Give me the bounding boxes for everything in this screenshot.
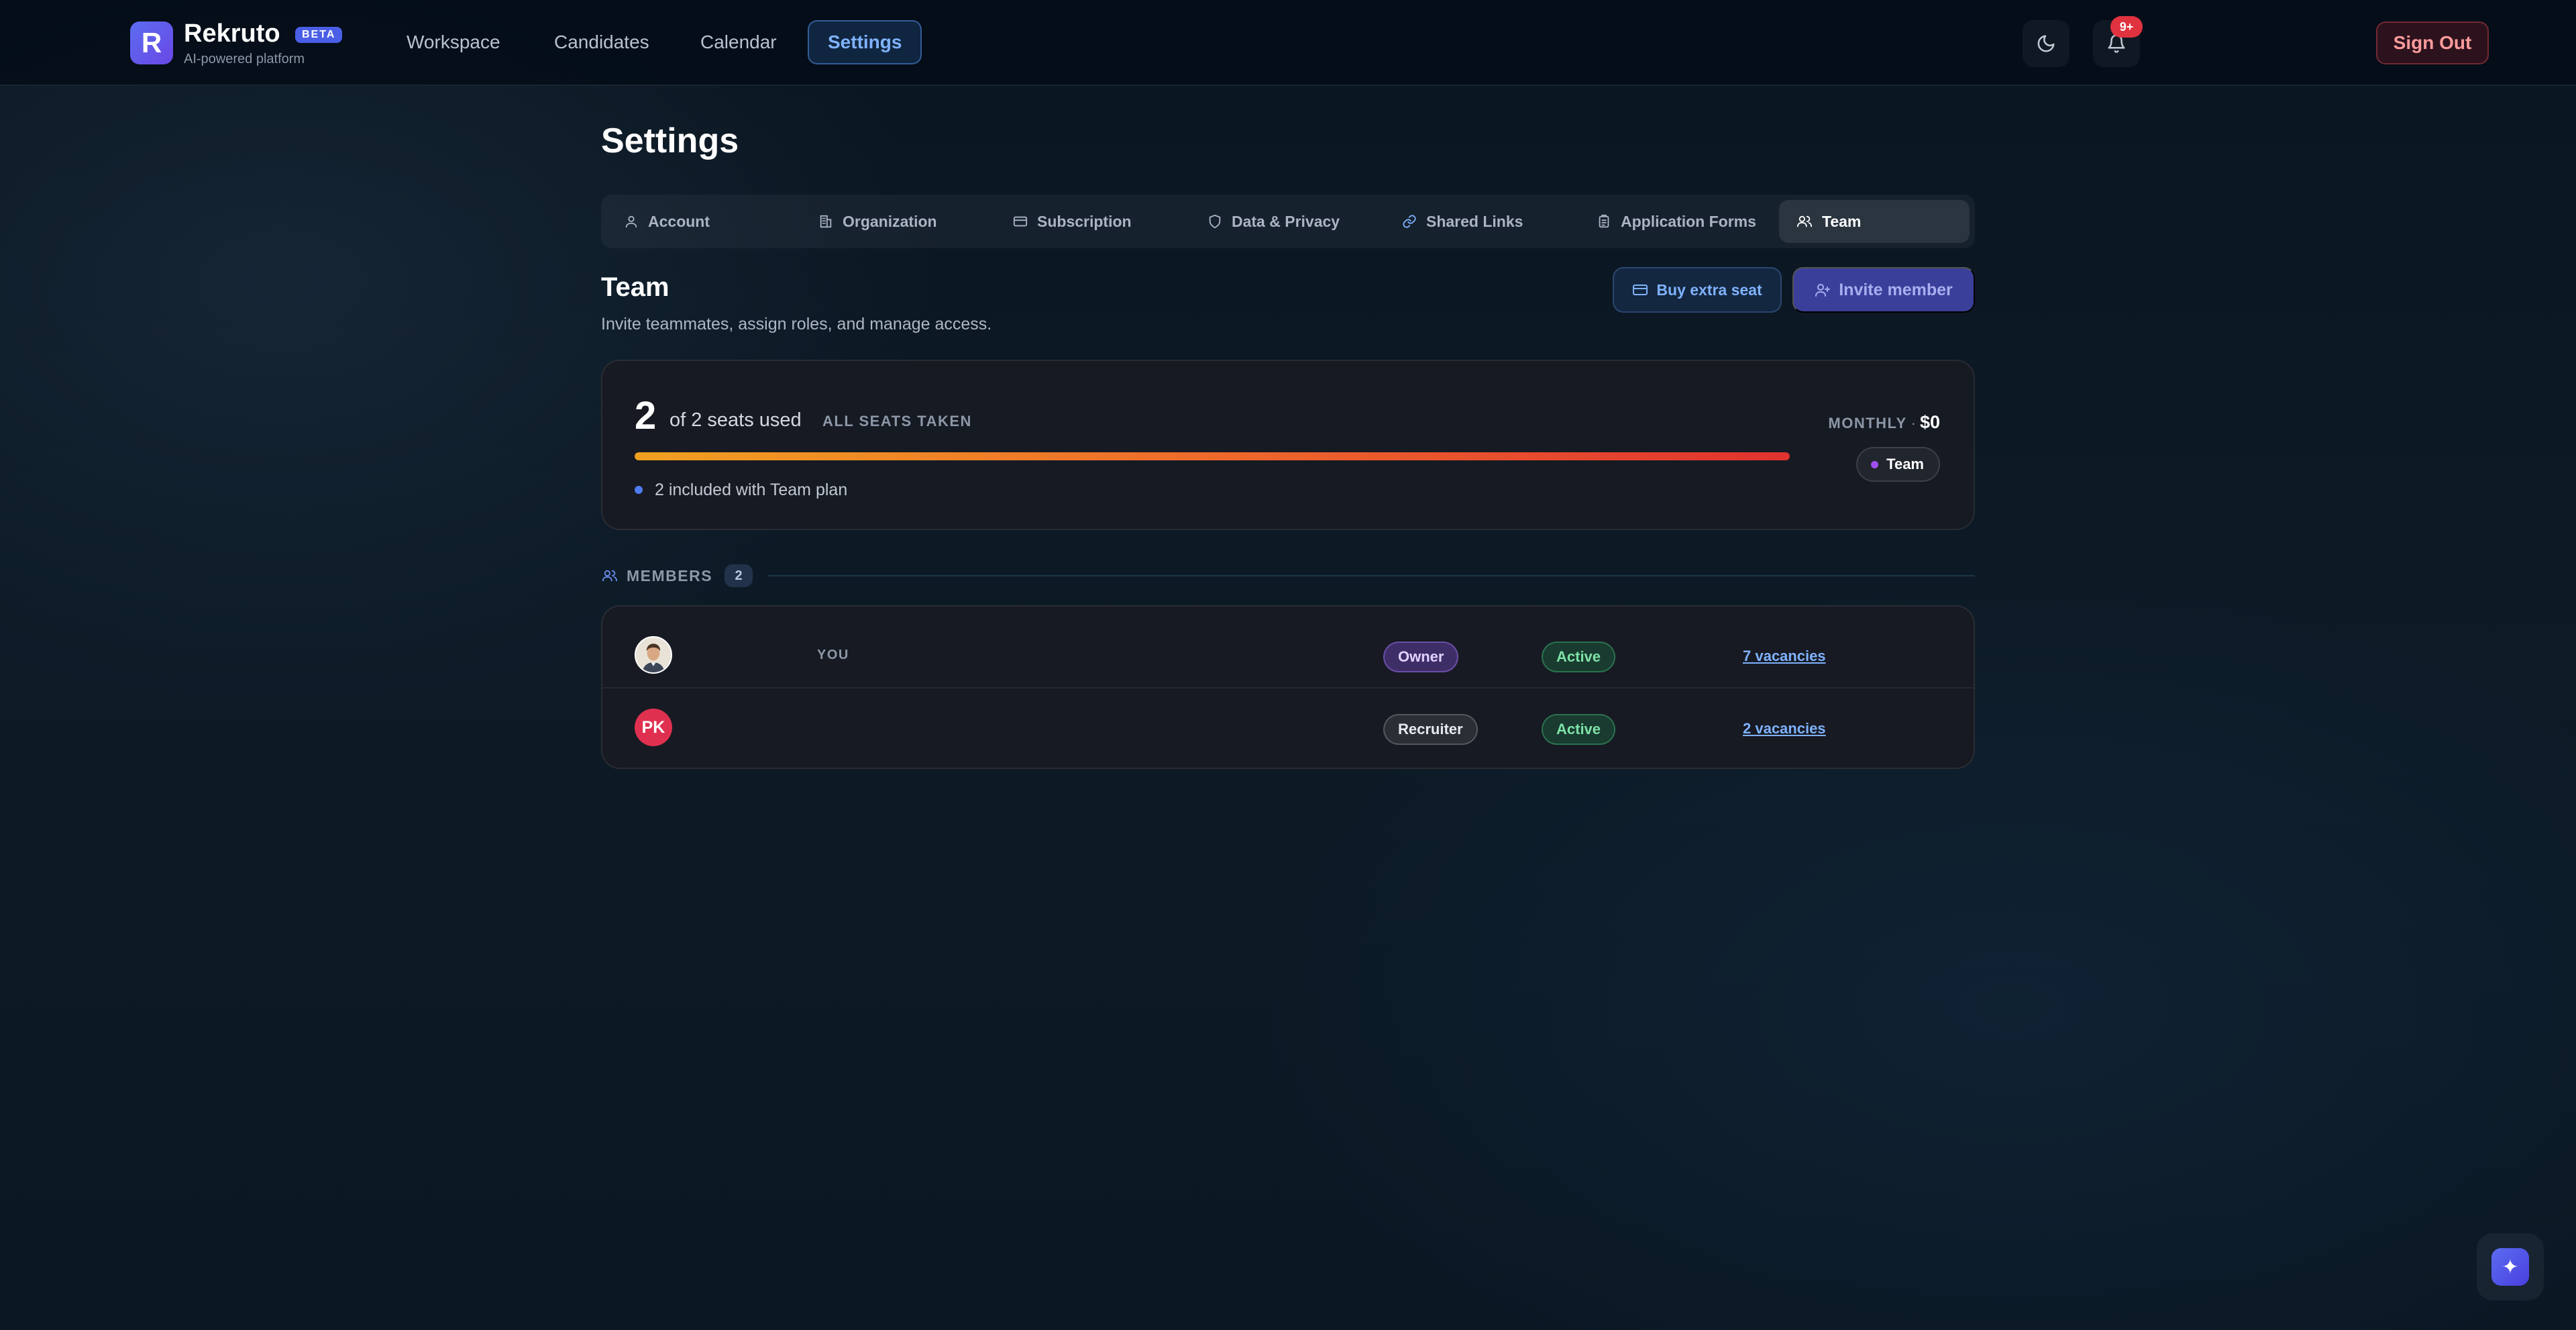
credit-card-icon [1633,285,1648,295]
billing-amount: $0 [1919,412,1940,432]
tab-label: Application Forms [1621,212,1756,230]
invite-member-label: Invite member [1839,280,1953,299]
page-title: Settings [601,121,739,160]
plan-badge: Team [1856,447,1940,482]
tab-account[interactable]: Account [606,200,797,243]
table-row[interactable]: PK Recruiter Active 2 vacancies [602,687,1974,758]
nav-calendar[interactable]: Calendar [682,20,796,64]
users-icon [1797,215,1812,227]
theme-toggle-button[interactable] [2023,20,2070,67]
nav-candidates[interactable]: Candidates [535,20,668,64]
billing-period-label: MONTHLY [1828,415,1907,431]
team-section-title: Team [601,272,669,302]
invite-member-button[interactable]: Invite member [1792,267,1975,313]
tab-label: Shared Links [1426,212,1523,230]
members-label: MEMBERS [627,566,713,584]
brand-logo[interactable]: R [130,21,173,64]
vacancies-link[interactable]: 7 vacancies [1743,647,1826,666]
tab-application-forms[interactable]: Application Forms [1579,200,1770,243]
members-divider [767,575,1975,576]
ai-assistant-button[interactable]: ✦ [2477,1233,2544,1300]
user-icon [625,215,637,228]
beta-badge: BETA [295,27,343,43]
tab-data-privacy[interactable]: Data & Privacy [1190,200,1381,243]
tab-label: Subscription [1037,212,1132,230]
settings-tabs: Account Organization Subscription Data &… [601,195,1975,248]
shield-icon [1209,214,1221,229]
clipboard-icon [1599,214,1609,228]
building-icon [820,215,832,228]
members-list: YOU Owner Active 7 vacancies PK Recruite… [601,605,1975,769]
link-icon [1403,215,1416,228]
tab-label: Organization [843,212,937,230]
seats-used-count: 2 [635,394,657,438]
notification-count-badge: 9+ [2110,16,2143,38]
avatar: PK [635,709,672,746]
avatar [635,636,672,674]
seats-progress-fill [635,452,1790,460]
members-section-header: MEMBERS 2 [601,562,1975,589]
users-icon [602,570,617,582]
moon-icon [2037,35,2055,52]
user-plus-icon [1815,284,1831,297]
tab-organization[interactable]: Organization [801,200,991,243]
role-badge-recruiter[interactable]: Recruiter [1383,714,1478,745]
top-navigation-bar: R Rekruto BETA AI-powered platform Works… [0,0,2576,86]
seats-progress-bar [635,452,1790,460]
sign-out-button[interactable]: Sign Out [2376,21,2489,64]
user-photo-icon [636,637,671,672]
status-badge: Active [1542,714,1616,745]
brand-tagline: AI-powered platform [184,52,305,66]
billing-summary: MONTHLY · $0 [1828,411,1940,435]
team-section-subtitle: Invite teammates, assign roles, and mana… [601,315,992,334]
tab-label: Data & Privacy [1232,212,1340,230]
tab-subscription[interactable]: Subscription [996,200,1186,243]
you-tag: YOU [817,648,849,662]
plan-name: Team [1886,456,1924,472]
billing-separator: · [1911,415,1916,431]
table-row[interactable]: YOU Owner Active 7 vacancies [602,616,1974,687]
seats-used-text: of 2 seats used [669,409,802,431]
members-count-badge: 2 [724,564,753,587]
vacancies-link[interactable]: 2 vacancies [1743,719,1826,738]
buy-extra-seat-label: Buy extra seat [1656,280,1762,299]
nav-workspace[interactable]: Workspace [388,20,519,64]
tab-shared-links[interactable]: Shared Links [1385,200,1575,243]
status-badge: Active [1542,642,1616,672]
seats-status-label: ALL SEATS TAKEN [822,413,972,429]
tab-label: Team [1822,212,1862,230]
sparkle-icon: ✦ [2491,1248,2529,1286]
seats-usage-card: 2 of 2 seats used ALL SEATS TAKEN MONTHL… [601,360,1975,530]
tab-label: Account [648,212,710,230]
plan-dot [1871,460,1879,468]
tab-team[interactable]: Team [1779,200,1970,243]
included-seats-text: 2 included with Team plan [655,480,848,499]
brand-name: Rekruto [184,19,280,48]
nav-settings[interactable]: Settings [808,20,922,64]
credit-card-icon [1013,216,1028,227]
buy-extra-seat-button[interactable]: Buy extra seat [1613,267,1782,313]
included-dot [635,486,643,494]
role-badge-owner[interactable]: Owner [1383,642,1459,672]
